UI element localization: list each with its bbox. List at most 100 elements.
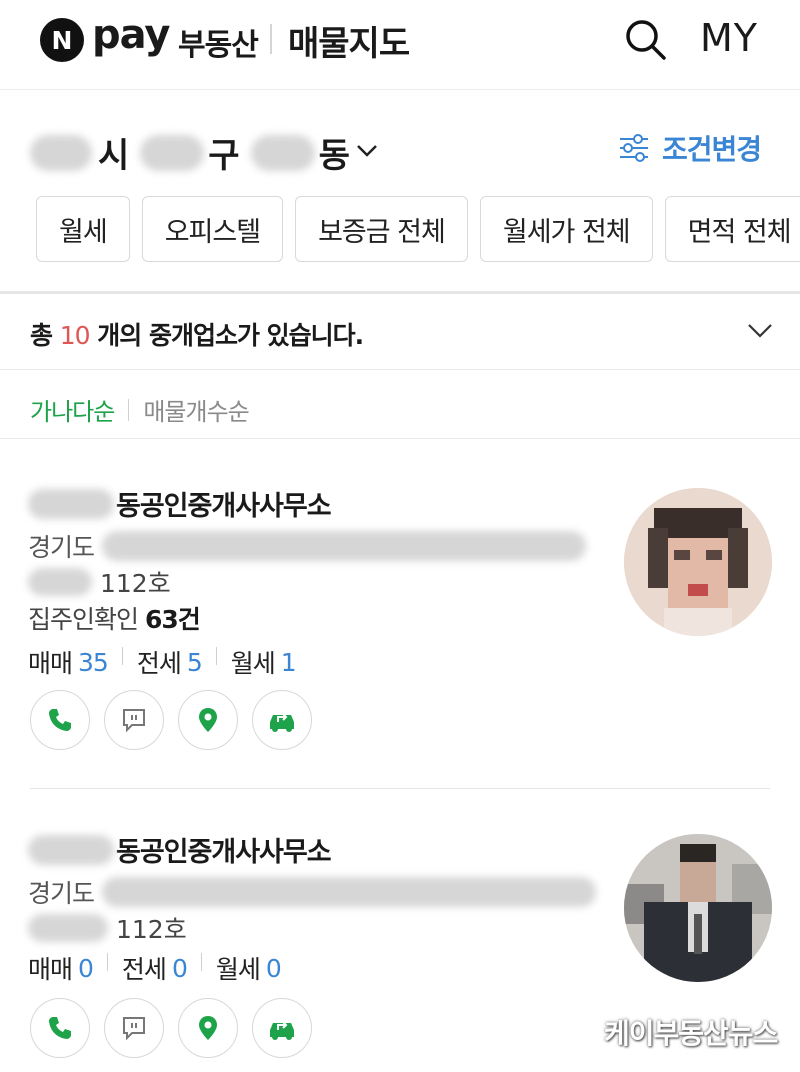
stat-jeonse-label: 전세 bbox=[121, 955, 167, 984]
stat-sale-value: 0 bbox=[78, 953, 94, 983]
call-button[interactable] bbox=[30, 690, 90, 750]
sort-listing-count[interactable]: 매물개수순 bbox=[143, 392, 249, 427]
office-card[interactable]: 동공인중개사사무소 경기도 112호 집주인확인 63건 매매 35 전세 5 … bbox=[0, 470, 800, 790]
verify-label: 집주인확인 bbox=[28, 605, 139, 634]
sort-separator bbox=[128, 398, 130, 421]
district-suffix: 구 bbox=[208, 136, 239, 176]
chevron-down-icon[interactable] bbox=[352, 136, 382, 166]
listing-stats: 매매 35 전세 5 월세 1 bbox=[28, 644, 297, 680]
location-selector[interactable]: 시 구 동 bbox=[30, 128, 350, 177]
message-button[interactable] bbox=[104, 690, 164, 750]
map-pin-icon bbox=[199, 1016, 217, 1040]
map-pin-icon bbox=[199, 708, 217, 732]
my-button[interactable]: MY bbox=[700, 16, 758, 60]
city-suffix: 시 bbox=[98, 136, 129, 176]
redacted-building bbox=[28, 914, 108, 942]
stat-rent-value: 1 bbox=[280, 647, 297, 677]
directions-button[interactable] bbox=[252, 690, 312, 750]
redacted-dong bbox=[250, 134, 315, 171]
stat-jeonse-value: 0 bbox=[171, 953, 188, 983]
car-route-icon bbox=[270, 1021, 294, 1040]
office-unit: 112호 bbox=[28, 910, 187, 946]
stat-jeonse-label: 전세 bbox=[136, 649, 182, 678]
filter-chip-rent-price[interactable]: 월세가 전체 bbox=[479, 196, 653, 262]
verify-count: 63건 bbox=[144, 605, 201, 634]
naver-logo-icon[interactable]: N bbox=[40, 18, 84, 62]
office-name[interactable]: 동공인중개사사무소 bbox=[28, 830, 332, 869]
summary-prefix: 총 bbox=[30, 321, 53, 350]
office-name-text: 동공인중개사사무소 bbox=[116, 491, 332, 522]
unit-text: 112호 bbox=[116, 915, 187, 944]
stat-separator bbox=[215, 647, 217, 665]
car-route-icon bbox=[270, 713, 294, 732]
page-title[interactable]: 매물지도 bbox=[288, 16, 410, 65]
summary-text: 총 10 개의 중개업소가 있습니다. bbox=[30, 316, 364, 352]
location-button[interactable] bbox=[178, 998, 238, 1058]
sort-options: 가나다순 매물개수순 bbox=[30, 392, 250, 427]
office-agent-avatar bbox=[624, 834, 772, 982]
phone-icon bbox=[49, 1017, 71, 1039]
redacted-address bbox=[102, 877, 597, 907]
header-divider bbox=[270, 24, 272, 54]
filter-sliders-icon bbox=[620, 134, 648, 162]
app-header: N pay 부동산 매물지도 MY bbox=[0, 0, 800, 90]
office-count: 10 bbox=[59, 321, 91, 350]
dong-suffix: 동 bbox=[318, 136, 350, 176]
sort-alphabetical[interactable]: 가나다순 bbox=[30, 392, 115, 427]
call-button[interactable] bbox=[30, 998, 90, 1058]
condition-change-button[interactable]: 조건변경 bbox=[618, 128, 762, 168]
office-name-text: 동공인중개사사무소 bbox=[116, 837, 332, 868]
search-button[interactable] bbox=[622, 16, 670, 64]
watermark-text: 케이부동산뉴스 bbox=[604, 1017, 778, 1050]
address-prefix: 경기도 bbox=[28, 879, 95, 908]
card-divider bbox=[30, 788, 770, 789]
summary-suffix: 개의 중개업소가 있습니다. bbox=[97, 321, 364, 350]
location-row: 시 구 동 조건변경 bbox=[0, 110, 800, 186]
listing-stats: 매매 0 전세 0 월세 0 bbox=[28, 950, 282, 986]
stat-sale-value: 35 bbox=[78, 647, 109, 677]
filter-chip-rent[interactable]: 월세 bbox=[36, 196, 130, 262]
address-prefix: 경기도 bbox=[28, 533, 95, 562]
chat-icon bbox=[123, 709, 145, 733]
directions-button[interactable] bbox=[252, 998, 312, 1058]
message-button[interactable] bbox=[104, 998, 164, 1058]
condition-change-label: 조건변경 bbox=[662, 133, 762, 166]
stat-separator bbox=[200, 953, 202, 971]
office-name[interactable]: 동공인중개사사무소 bbox=[28, 484, 332, 523]
stat-separator bbox=[106, 953, 108, 971]
office-unit: 112호 bbox=[28, 564, 171, 600]
phone-icon bbox=[49, 709, 71, 731]
filter-chip-deposit[interactable]: 보증금 전체 bbox=[295, 196, 468, 262]
stat-rent-label: 월세 bbox=[215, 955, 261, 984]
office-action-buttons bbox=[30, 998, 326, 1058]
office-address: 경기도 bbox=[28, 874, 597, 910]
office-agent-avatar bbox=[624, 488, 772, 636]
redacted-address bbox=[102, 531, 587, 561]
office-address: 경기도 bbox=[28, 528, 587, 564]
filter-chip-bar: 월세 오피스텔 보증금 전체 월세가 전체 면적 전체 bbox=[36, 196, 800, 264]
stat-jeonse-value: 5 bbox=[186, 647, 203, 677]
agent-photo bbox=[624, 488, 772, 636]
stat-separator bbox=[121, 647, 123, 665]
redacted-city bbox=[30, 134, 92, 171]
filter-chip-area[interactable]: 면적 전체 bbox=[664, 196, 800, 262]
sort-divider bbox=[0, 438, 800, 439]
stat-sale-label: 매매 bbox=[28, 649, 73, 678]
redacted-office-prefix bbox=[28, 488, 114, 519]
location-button[interactable] bbox=[178, 690, 238, 750]
redacted-building bbox=[28, 568, 92, 596]
office-action-buttons bbox=[30, 690, 326, 750]
chevron-down-icon[interactable] bbox=[744, 314, 776, 346]
redacted-district bbox=[140, 134, 205, 171]
office-count-summary[interactable]: 총 10 개의 중개업소가 있습니다. bbox=[0, 294, 800, 370]
logo-pay-text[interactable]: pay bbox=[92, 12, 170, 58]
unit-text: 112호 bbox=[100, 569, 171, 598]
owner-verified-count: 집주인확인 63건 bbox=[28, 600, 201, 636]
chat-icon bbox=[123, 1017, 145, 1041]
search-icon bbox=[626, 20, 666, 60]
stat-rent-value: 0 bbox=[265, 953, 282, 983]
stat-rent-label: 월세 bbox=[230, 649, 276, 678]
logo-realestate-text[interactable]: 부동산 bbox=[178, 20, 259, 64]
agent-photo bbox=[624, 834, 772, 982]
filter-chip-officetel[interactable]: 오피스텔 bbox=[141, 196, 284, 262]
